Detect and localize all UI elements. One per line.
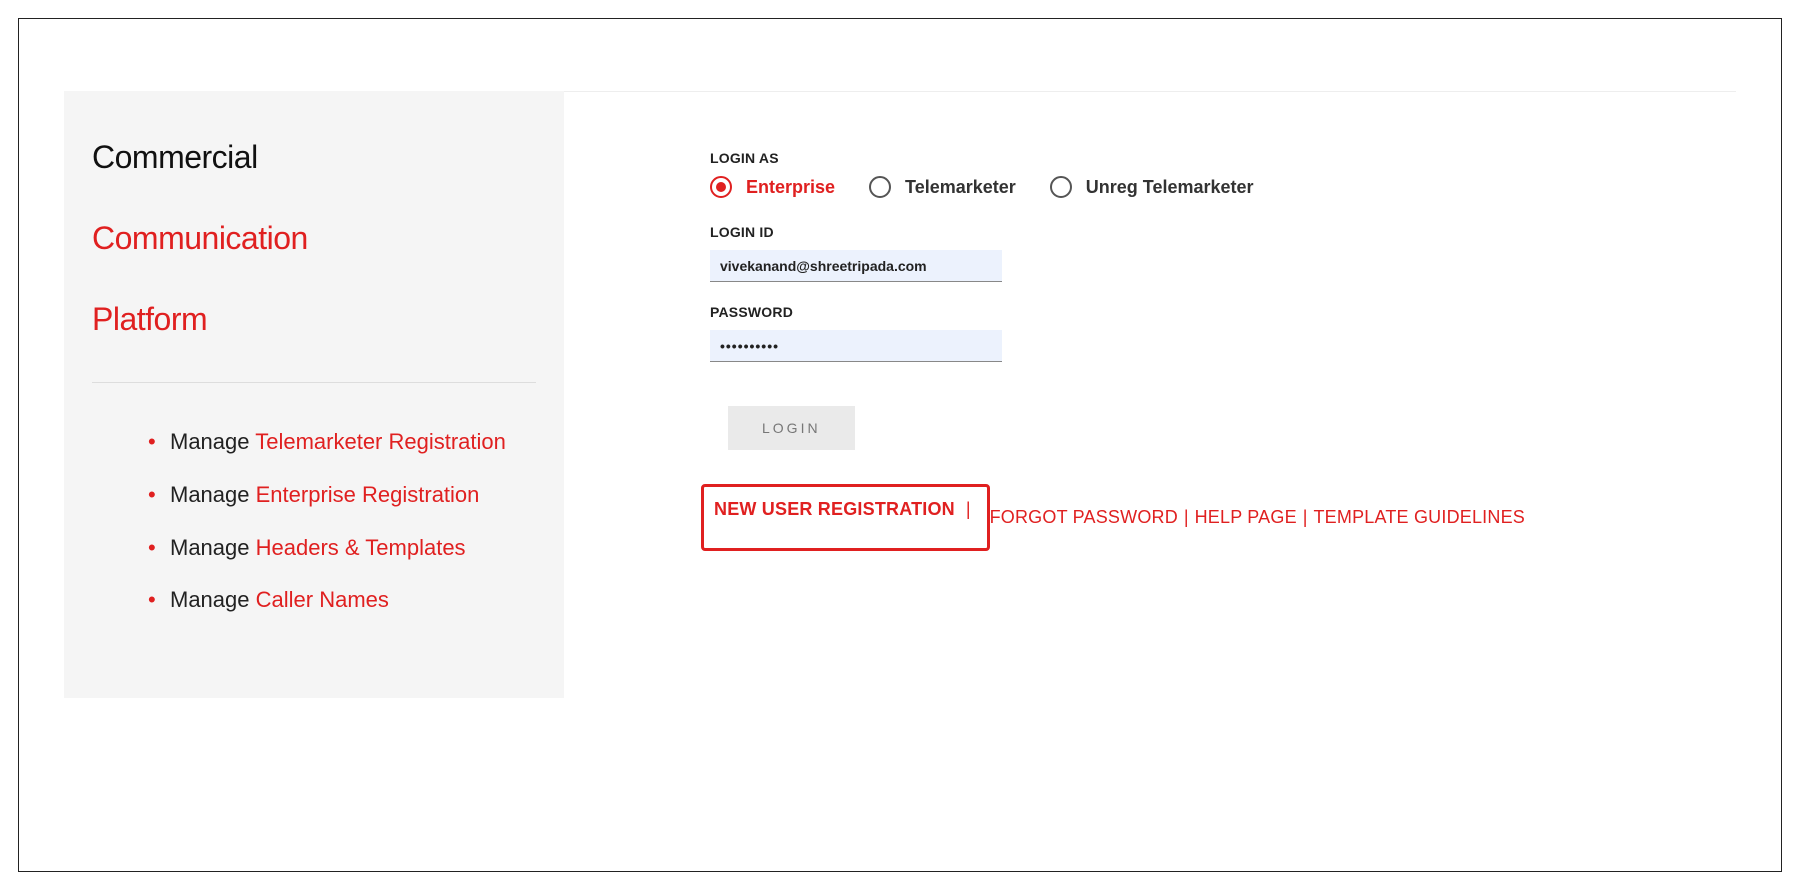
- radio-icon: [710, 176, 732, 198]
- highlight-new-user: NEW USER REGISTRATION |: [701, 484, 990, 551]
- login-id-label: LOGIN ID: [710, 224, 1736, 240]
- password-label: PASSWORD: [710, 304, 1736, 320]
- sidebar: Commercial Communication Platform Manage…: [64, 91, 564, 698]
- sidebar-title-communication: Communication: [92, 220, 536, 257]
- sidebar-item-telemarketer-reg[interactable]: Manage Telemarketer Registration: [170, 427, 536, 458]
- sidebar-item-prefix: Manage: [170, 429, 255, 454]
- login-id-input[interactable]: [710, 250, 1002, 282]
- sidebar-item-caller-names[interactable]: Manage Caller Names: [170, 585, 536, 616]
- radio-unreg-telemarketer[interactable]: Unreg Telemarketer: [1050, 176, 1254, 198]
- sidebar-item-link: Telemarketer Registration: [255, 429, 506, 454]
- sidebar-title-platform: Platform: [92, 301, 536, 338]
- login-as-label: LOGIN AS: [710, 150, 1736, 166]
- sidebar-item-link: Caller Names: [256, 587, 389, 612]
- login-button[interactable]: LOGIN: [728, 406, 855, 450]
- radio-label-telemarketer: Telemarketer: [905, 177, 1016, 198]
- separator: |: [1297, 507, 1314, 528]
- sidebar-item-prefix: Manage: [170, 587, 256, 612]
- radio-label-unreg: Unreg Telemarketer: [1086, 177, 1254, 198]
- link-help-page[interactable]: HELP PAGE: [1195, 507, 1297, 528]
- sidebar-item-link: Headers & Templates: [256, 535, 466, 560]
- sidebar-item-link: Enterprise Registration: [256, 482, 480, 507]
- outer-frame: Commercial Communication Platform Manage…: [18, 18, 1782, 872]
- separator: |: [960, 499, 977, 519]
- footer-links: NEW USER REGISTRATION | FORGOT PASSWORD …: [701, 484, 1736, 551]
- link-template-guidelines[interactable]: TEMPLATE GUIDELINES: [1313, 507, 1525, 528]
- sidebar-list: Manage Telemarketer Registration Manage …: [92, 427, 536, 616]
- sidebar-item-prefix: Manage: [170, 535, 256, 560]
- link-new-user-registration[interactable]: NEW USER REGISTRATION: [714, 499, 955, 519]
- content-wrap: Commercial Communication Platform Manage…: [64, 91, 1736, 698]
- link-forgot-password[interactable]: FORGOT PASSWORD: [990, 507, 1178, 528]
- sidebar-item-enterprise-reg[interactable]: Manage Enterprise Registration: [170, 480, 536, 511]
- separator: |: [1178, 507, 1195, 528]
- radio-icon: [869, 176, 891, 198]
- radio-dot-icon: [716, 182, 726, 192]
- sidebar-item-headers-templates[interactable]: Manage Headers & Templates: [170, 533, 536, 564]
- radio-telemarketer[interactable]: Telemarketer: [869, 176, 1016, 198]
- sidebar-title-commercial: Commercial: [92, 139, 536, 176]
- sidebar-item-prefix: Manage: [170, 482, 256, 507]
- main-panel: LOGIN AS Enterprise Telemarketer Unreg T…: [564, 91, 1736, 698]
- sidebar-divider: [92, 382, 536, 383]
- radio-enterprise[interactable]: Enterprise: [710, 176, 835, 198]
- password-input[interactable]: [710, 330, 1002, 362]
- radio-icon: [1050, 176, 1072, 198]
- radio-label-enterprise: Enterprise: [746, 177, 835, 198]
- login-as-radio-group: Enterprise Telemarketer Unreg Telemarket…: [710, 176, 1736, 198]
